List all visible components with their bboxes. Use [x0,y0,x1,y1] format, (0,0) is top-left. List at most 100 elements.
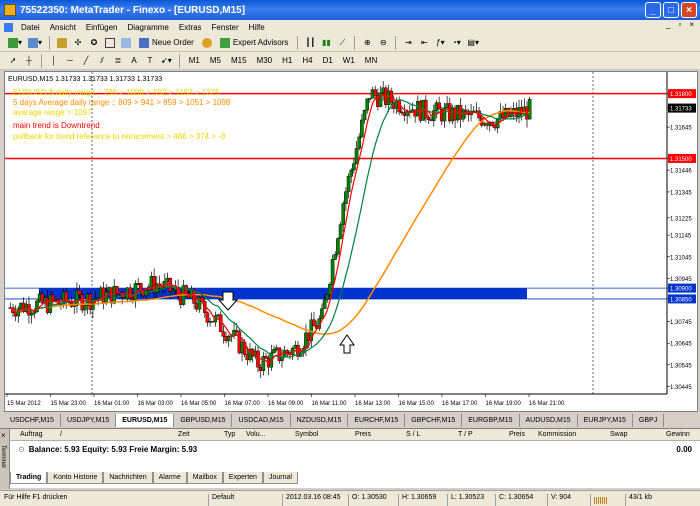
zoom-out-icon[interactable]: ⊖ [376,36,390,50]
symbol-tab[interactable]: EURJPY,M15 [578,413,633,427]
symbol-tab[interactable]: EURCHF,M15 [348,413,406,427]
column-auftrag[interactable]: Auftrag [20,431,43,438]
symbol-tab[interactable]: USDCAD,M15 [232,413,291,427]
crosshair-icon[interactable]: ┼ [22,54,36,68]
symbol-tab[interactable]: EURGBP,M15 [462,413,520,427]
chart-shift-icon[interactable]: ⇤ [417,36,431,50]
menu-hilfe[interactable]: Hilfe [244,23,270,32]
auto-scroll-icon[interactable]: ⇥ [401,36,415,50]
terminal-icon[interactable] [103,36,117,50]
maximize-button[interactable]: □ [663,2,679,18]
menu-fenster[interactable]: Fenster [207,23,244,32]
info-avg-daily-range: 5 days Average daily range :: 809 > 941 … [13,98,231,107]
market-watch-icon[interactable] [55,36,69,50]
text-tool-icon[interactable]: A [127,54,141,68]
symbol-tab[interactable]: NZDUSD,M15 [291,413,349,427]
period-w1[interactable]: W1 [339,54,359,68]
mdi-minimize-button[interactable]: _ [666,20,670,29]
menu-einfuegen[interactable]: Einfügen [81,23,123,32]
period-m5[interactable]: M5 [206,54,225,68]
column-typ[interactable]: Typ [224,431,235,438]
indicators-icon[interactable]: ƒ▾ [433,36,447,50]
periods-icon[interactable]: ◔▾ [449,36,463,50]
status-close: C: 1.30654 [495,494,533,506]
mdi-restore-button[interactable]: ▫ [678,20,681,29]
menu-extras[interactable]: Extras [174,23,207,32]
templates-icon[interactable]: ▤▾ [465,36,481,50]
time-label: 16 Mar 05:00 [181,401,217,407]
period-d1[interactable]: D1 [319,54,337,68]
symbol-tab[interactable]: AUDUSD,M15 [520,413,578,427]
favorites-icon[interactable]: ✪ [87,36,101,50]
time-label: 16 Mar 03:00 [138,401,174,407]
column-sort[interactable]: / [60,431,62,438]
tab-konto-historie[interactable]: Konto Historie [47,472,104,484]
price-label: 1.30445 [670,385,692,391]
column-zeit[interactable]: Zeit [178,431,190,438]
chart-window[interactable]: EURUSD,M15 1.31733 1.31733 1.31733 1.317… [4,71,698,412]
tester-icon[interactable] [119,36,133,50]
tab-mailbox[interactable]: Mailbox [186,472,223,484]
candlestick-icon[interactable]: ▮▮ [319,36,333,50]
price-label: 1.31733 [670,107,692,113]
trendline-icon[interactable]: ╱ [79,54,93,68]
navigator-icon[interactable]: ✣ [71,36,85,50]
terminal-close-icon[interactable]: × [1,431,6,440]
period-m15[interactable]: M15 [227,54,251,68]
info-average-range: average range > 1097 [13,108,92,117]
symbol-tab[interactable]: GBPJ [633,413,665,427]
column-gewinn[interactable]: Gewinn [666,431,690,438]
symbol-tab[interactable]: GBPCHF,M15 [405,413,463,427]
menu-ansicht[interactable]: Ansicht [45,23,81,32]
line-chart-icon[interactable]: ⟋ [335,36,349,50]
minimize-button[interactable]: _ [645,2,661,18]
bar-chart-icon[interactable]: ┃┃ [303,36,317,50]
price-chart[interactable]: EURUSD,M15 1.31733 1.31733 1.31733 1.317… [5,72,697,411]
time-label: 16 Mar 19:00 [486,401,522,407]
period-h4[interactable]: H4 [298,54,316,68]
fibonacci-icon[interactable]: ≣ [111,54,125,68]
column-preis-current[interactable]: Preis [509,431,525,438]
symbol-tab[interactable]: USDJPY,M15 [61,413,117,427]
column-tp[interactable]: T / P [458,431,473,438]
period-h1[interactable]: H1 [278,54,296,68]
column-sl[interactable]: S / L [406,431,420,438]
symbol-tab-active[interactable]: EURUSD,M15 [116,413,175,427]
mdi-close-button[interactable]: × [689,20,694,29]
profiles-icon[interactable]: ▾ [26,36,44,50]
tab-journal[interactable]: Journal [262,472,298,484]
column-volume[interactable]: Volu... [246,431,265,438]
menu-datei[interactable]: Datei [16,23,45,32]
new-order-button[interactable]: Neue Order [135,36,198,50]
column-preis[interactable]: Preis [355,431,371,438]
terminal-side-bar[interactable]: × Terminal [0,429,10,489]
period-mn[interactable]: MN [361,54,381,68]
title-bar: 75522350: MetaTrader - Finexo - [EURUSD,… [0,0,700,20]
tab-trading[interactable]: Trading [10,472,48,484]
zoom-in-icon[interactable]: ⊕ [360,36,374,50]
period-m1[interactable]: M1 [185,54,204,68]
column-kommission[interactable]: Kommission [538,431,576,438]
new-chart-icon[interactable]: ▾ [6,36,24,50]
tab-alarme[interactable]: Alarme [152,472,187,484]
balance-row[interactable]: ⊙ Balance: 5.93 Equity: 5.93 Freie Margi… [10,443,700,456]
channel-icon[interactable]: ⫽ [95,54,109,68]
expert-advisors-button[interactable]: Expert Advisors [216,36,293,50]
column-swap[interactable]: Swap [610,431,628,438]
document-icon[interactable] [4,22,13,32]
column-symbol[interactable]: Symbol [295,431,318,438]
metaeditor-icon[interactable] [200,36,214,50]
arrows-icon[interactable]: ➹▾ [159,54,174,68]
menu-diagramme[interactable]: Diagramme [123,23,174,32]
vertical-line-icon[interactable]: │ [47,54,61,68]
period-m30[interactable]: M30 [253,54,277,68]
tab-nachrichten[interactable]: Nachrichten [103,472,153,484]
symbol-tab[interactable]: GBPUSD,M15 [174,413,233,427]
close-button[interactable]: × [681,2,697,18]
time-label: 16 Mar 11:00 [312,401,348,407]
horizontal-line-icon[interactable]: ─ [63,54,77,68]
text-label-icon[interactable]: T [143,54,157,68]
symbol-tab[interactable]: USDCHF,M15 [4,413,61,427]
cursor-icon[interactable]: ➚ [6,54,20,68]
tab-experten[interactable]: Experten [222,472,263,484]
